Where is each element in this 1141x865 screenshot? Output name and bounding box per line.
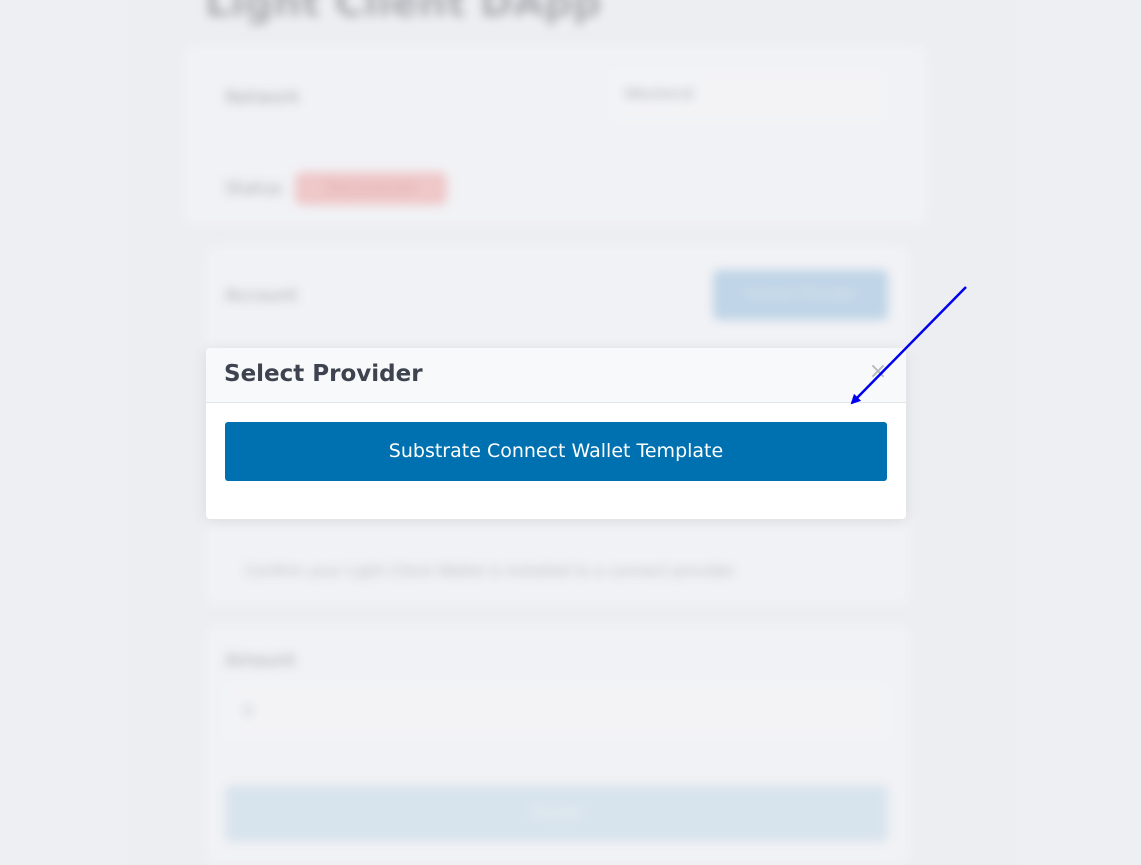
- provider-button-substrate-connect[interactable]: Substrate Connect Wallet Template: [225, 422, 887, 481]
- modal-title: Select Provider: [224, 361, 423, 387]
- modal-header: Select Provider ×: [206, 348, 906, 403]
- select-provider-modal: Select Provider × Substrate Connect Wall…: [206, 348, 906, 519]
- close-icon[interactable]: ×: [866, 358, 890, 386]
